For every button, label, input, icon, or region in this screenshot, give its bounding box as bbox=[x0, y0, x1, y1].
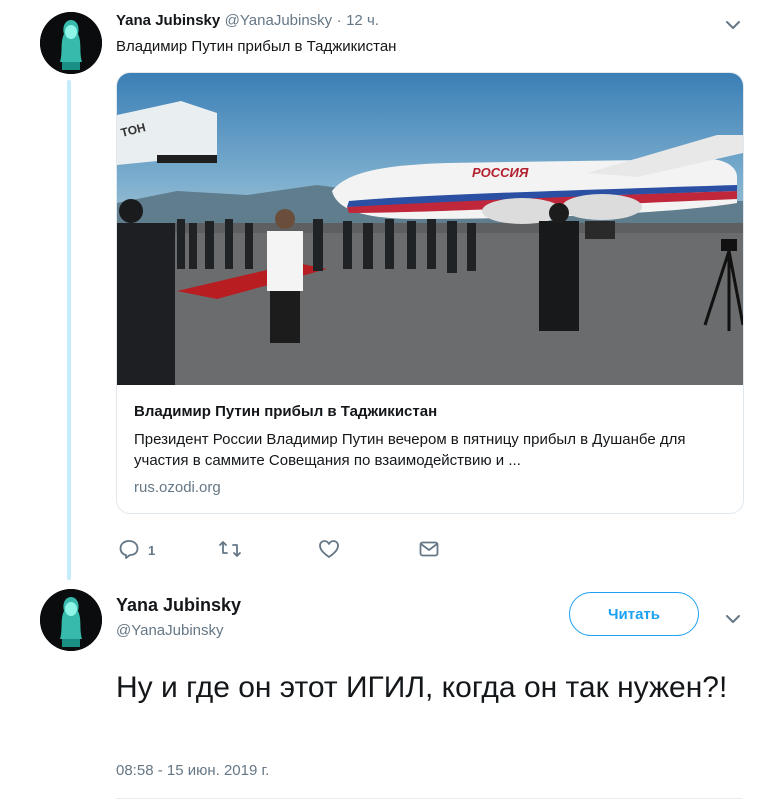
message-button[interactable] bbox=[418, 538, 440, 563]
link-card[interactable]: РОССИЯ ТОН Владимир Путин прибыл в Таджи… bbox=[116, 72, 744, 514]
tweet-time[interactable]: 12 ч. bbox=[346, 12, 379, 29]
card-description: Президент России Владимир Путин вечером … bbox=[134, 431, 686, 469]
handle[interactable]: @YanaJubinsky bbox=[116, 622, 224, 639]
tweet-timestamp[interactable]: 08:58 - 15 июн. 2019 г. bbox=[116, 762, 269, 779]
chevron-down-icon[interactable] bbox=[722, 14, 744, 36]
handle[interactable]: @YanaJubinsky bbox=[225, 12, 333, 29]
avatar[interactable] bbox=[40, 589, 102, 651]
separator: · bbox=[336, 12, 342, 29]
display-name[interactable]: Yana Jubinsky bbox=[116, 595, 241, 616]
tweet-text: Владимир Путин прибыл в Таджикистан bbox=[116, 38, 397, 55]
chevron-down-icon[interactable] bbox=[722, 608, 744, 630]
follow-button[interactable]: Читать bbox=[569, 592, 699, 636]
card-domain[interactable]: rus.ozodi.org bbox=[134, 479, 221, 496]
retweet-icon bbox=[218, 538, 242, 563]
card-title[interactable]: Владимир Путин прибыл в Таджикистан bbox=[134, 403, 437, 420]
like-icon bbox=[318, 538, 340, 563]
like-button[interactable] bbox=[318, 538, 340, 563]
plane-lettering: РОССИЯ bbox=[472, 165, 529, 180]
avatar[interactable] bbox=[40, 12, 102, 74]
reply-button[interactable]: 1 bbox=[118, 538, 155, 563]
retweet-button[interactable] bbox=[218, 538, 242, 563]
card-image[interactable]: РОССИЯ ТОН bbox=[117, 73, 743, 385]
reply-count: 1 bbox=[148, 543, 156, 558]
display-name[interactable]: Yana Jubinsky bbox=[116, 12, 220, 29]
thread-line bbox=[67, 80, 71, 580]
tweet-text: Ну и где он этот ИГИЛ, когда он так нуже… bbox=[116, 671, 728, 704]
message-icon bbox=[418, 538, 440, 563]
divider bbox=[116, 798, 742, 799]
tweet-header: Yana Jubinsky @YanaJubinsky · 12 ч. bbox=[116, 12, 379, 30]
reply-icon bbox=[118, 538, 140, 563]
